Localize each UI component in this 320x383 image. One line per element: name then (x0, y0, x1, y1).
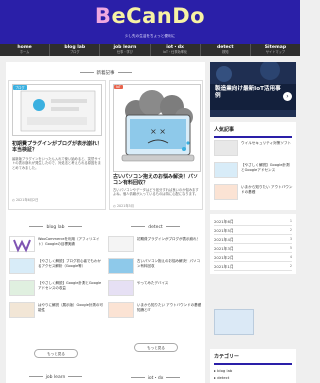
section-title-detect: detect (106, 225, 205, 230)
popular-item[interactable]: 【やさしく解説】Google計測とGoogleアドセンス (241, 163, 293, 172)
list-item[interactable]: いまから知りたい アウトバウンドの基礎知識とIT (108, 302, 203, 320)
category-widget: カテゴリー ▸ blog lab ▸ detect (210, 349, 296, 383)
sidebar: 製造業向け最新IoT活用事例 › 人気記事 ウイルセキュリティ対策ソフト 【やさ… (210, 62, 296, 383)
item-thumbnail (9, 258, 35, 274)
item-thumbnail (108, 258, 134, 274)
article-title[interactable]: 古いパソコン抱えのお悩み解決！パソコン有料回収？ (113, 174, 201, 186)
item-title[interactable]: 【やさしく解説】ブログ初心者でもわかるアクセス解析（Google等） (38, 259, 104, 268)
category-tag[interactable]: IoT (114, 85, 123, 89)
ad-image (214, 309, 254, 335)
archive-row[interactable]: 2021年3月 5 (214, 245, 292, 253)
popular-thumb (214, 184, 238, 200)
article-card[interactable]: ブログ 初期費プラグインがブログが表示崩れ！本当検証？ 最新版プラグインをいった… (8, 80, 106, 210)
archive-widget: 2021年6月 1 2021年5月 2 2021年4月 3 2021年3月 5 2021… (210, 214, 296, 274)
chevron-right-icon[interactable]: › (283, 92, 292, 101)
more-button[interactable]: もっと見る (34, 349, 78, 358)
nav-iot-dx[interactable]: iot・dx IoT・仕事効率化 (151, 44, 201, 56)
item-thumbnail (9, 236, 35, 253)
list-item[interactable]: WooCommerceを利用（アフィリエイト）Googleの目標実績 (9, 236, 104, 254)
nav-job-learn[interactable]: job learn 仕事・学び (100, 44, 151, 56)
list-item[interactable]: 【やさしく解説】Google計測とGoogleアドセンスの収益 (9, 280, 104, 298)
item-title[interactable]: やってみたデバイス (137, 281, 203, 286)
nav-sitemap[interactable]: Sitemap サイトマップ (251, 44, 300, 56)
category-tag[interactable]: ブログ (13, 85, 27, 90)
popular-title: 人気記事 (214, 127, 235, 133)
item-thumbnail (108, 302, 134, 318)
archive-row[interactable]: 2021年4月 3 (214, 236, 292, 244)
item-thumbnail (108, 280, 134, 296)
site-header: BeCanDo 少し先の生活をちょっと便利に (0, 0, 300, 44)
section-title-new: 新着記事 (6, 70, 205, 76)
article-thumbnail: × × (113, 84, 201, 172)
article-thumbnail (12, 84, 102, 136)
popular-thumb (214, 140, 238, 156)
global-nav: home ホーム blog lab ブログ job learn 仕事・学び iot・d… (0, 44, 300, 56)
site-logo[interactable]: BeCanDo (0, 4, 300, 28)
item-thumbnail (9, 280, 35, 296)
category-item[interactable]: ▸ blog lab (214, 368, 232, 373)
list-item[interactable]: はやりに解説（展示版）Google計測の可能性 (9, 302, 104, 320)
more-button[interactable]: もっと見る (134, 343, 178, 352)
popular-thumb (214, 162, 238, 178)
archive-row[interactable]: 2021年5月 2 (214, 227, 292, 235)
category-item[interactable]: ▸ detect (214, 375, 229, 380)
list-item[interactable]: やってみたデバイス (108, 280, 203, 298)
item-title[interactable]: 【やさしく解説】Google計測とGoogleアドセンスの収益 (38, 281, 104, 290)
popular-item[interactable]: いまから知りたい アウトバウンドの基礎 (241, 185, 293, 194)
item-title[interactable]: 古いパソコン抱えのお悩み解決！パソコン有料回収 (137, 259, 203, 268)
nav-blog-lab[interactable]: blog lab ブログ (50, 44, 101, 56)
article-date: ◴ 2021年5月 (113, 204, 135, 208)
popular-posts-widget: 人気記事 ウイルセキュリティ対策ソフト 【やさしく解説】Google計測とGoo… (210, 122, 296, 210)
article-excerpt: 古いパソコンやデータはどう処分すれば良いのか悩みますよね。個人情報が入っているも… (113, 188, 199, 197)
article-date: ◴ 2021年6月2日 (12, 198, 39, 202)
logo-text: eCanDo (111, 4, 206, 28)
item-title[interactable]: はやりに解説（展示版）Google計測の可能性 (38, 303, 104, 312)
sidebar-ad[interactable] (210, 309, 296, 337)
divider (214, 363, 292, 365)
banner-text: 製造業向け最新IoT活用事例 (215, 86, 281, 99)
popular-item[interactable]: ウイルセキュリティ対策ソフト (241, 141, 293, 146)
sidebar-banner[interactable]: 製造業向け最新IoT活用事例 › (210, 62, 296, 117)
item-title[interactable]: WooCommerceを利用（アフィリエイト）Googleの目標実績 (38, 237, 104, 246)
archive-row[interactable]: 2021年1月 2 (214, 263, 292, 271)
item-title[interactable]: いまから知りたい アウトバウンドの基礎知識とIT (137, 303, 203, 312)
article-title[interactable]: 初期費プラグインがブログが表示崩れ！本当検証？ (12, 141, 104, 153)
svg-text:× ×: × × (150, 127, 166, 136)
section-title-blog: blog lab (6, 225, 105, 230)
logo-letter: B (94, 4, 112, 28)
category-title: カテゴリー (214, 354, 240, 360)
section-title-iot: iot・dx (106, 375, 205, 381)
main-content: 新着記事 ブログ 初期費プラグインがブログが表示崩れ！本当検証？ 最新版プラグイ… (6, 62, 205, 383)
article-card[interactable]: × × IoT 古いパソコン抱えのお悩み解決！パソコン有料回収？ 古いパソコンや… (109, 80, 203, 210)
item-thumbnail (108, 236, 134, 252)
divider (214, 136, 292, 138)
archive-row[interactable]: 2021年6月 1 (214, 218, 292, 226)
list-item[interactable]: 【やさしく解説】ブログ初心者でもわかるアクセス解析（Google等） (9, 258, 104, 276)
nav-detect[interactable]: detect 検知 (201, 44, 251, 56)
section-title-job: job learn (6, 375, 105, 380)
archive-row[interactable]: 2021年2月 4 (214, 254, 292, 262)
item-thumbnail (9, 302, 35, 318)
nav-home[interactable]: home ホーム (0, 44, 51, 56)
site-tagline: 少し先の生活をちょっと便利に (124, 34, 176, 38)
list-item[interactable]: 初期費プラグインがブログが表示崩れ！ (108, 236, 203, 254)
article-excerpt: 最新版プラグインをいったん入れて使い始めると、突然サイトの表示崩れが発生したので… (12, 157, 101, 170)
item-title[interactable]: 初期費プラグインがブログが表示崩れ！ (137, 237, 203, 242)
list-item[interactable]: 古いパソコン抱えのお悩み解決！パソコン有料回収 (108, 258, 203, 276)
